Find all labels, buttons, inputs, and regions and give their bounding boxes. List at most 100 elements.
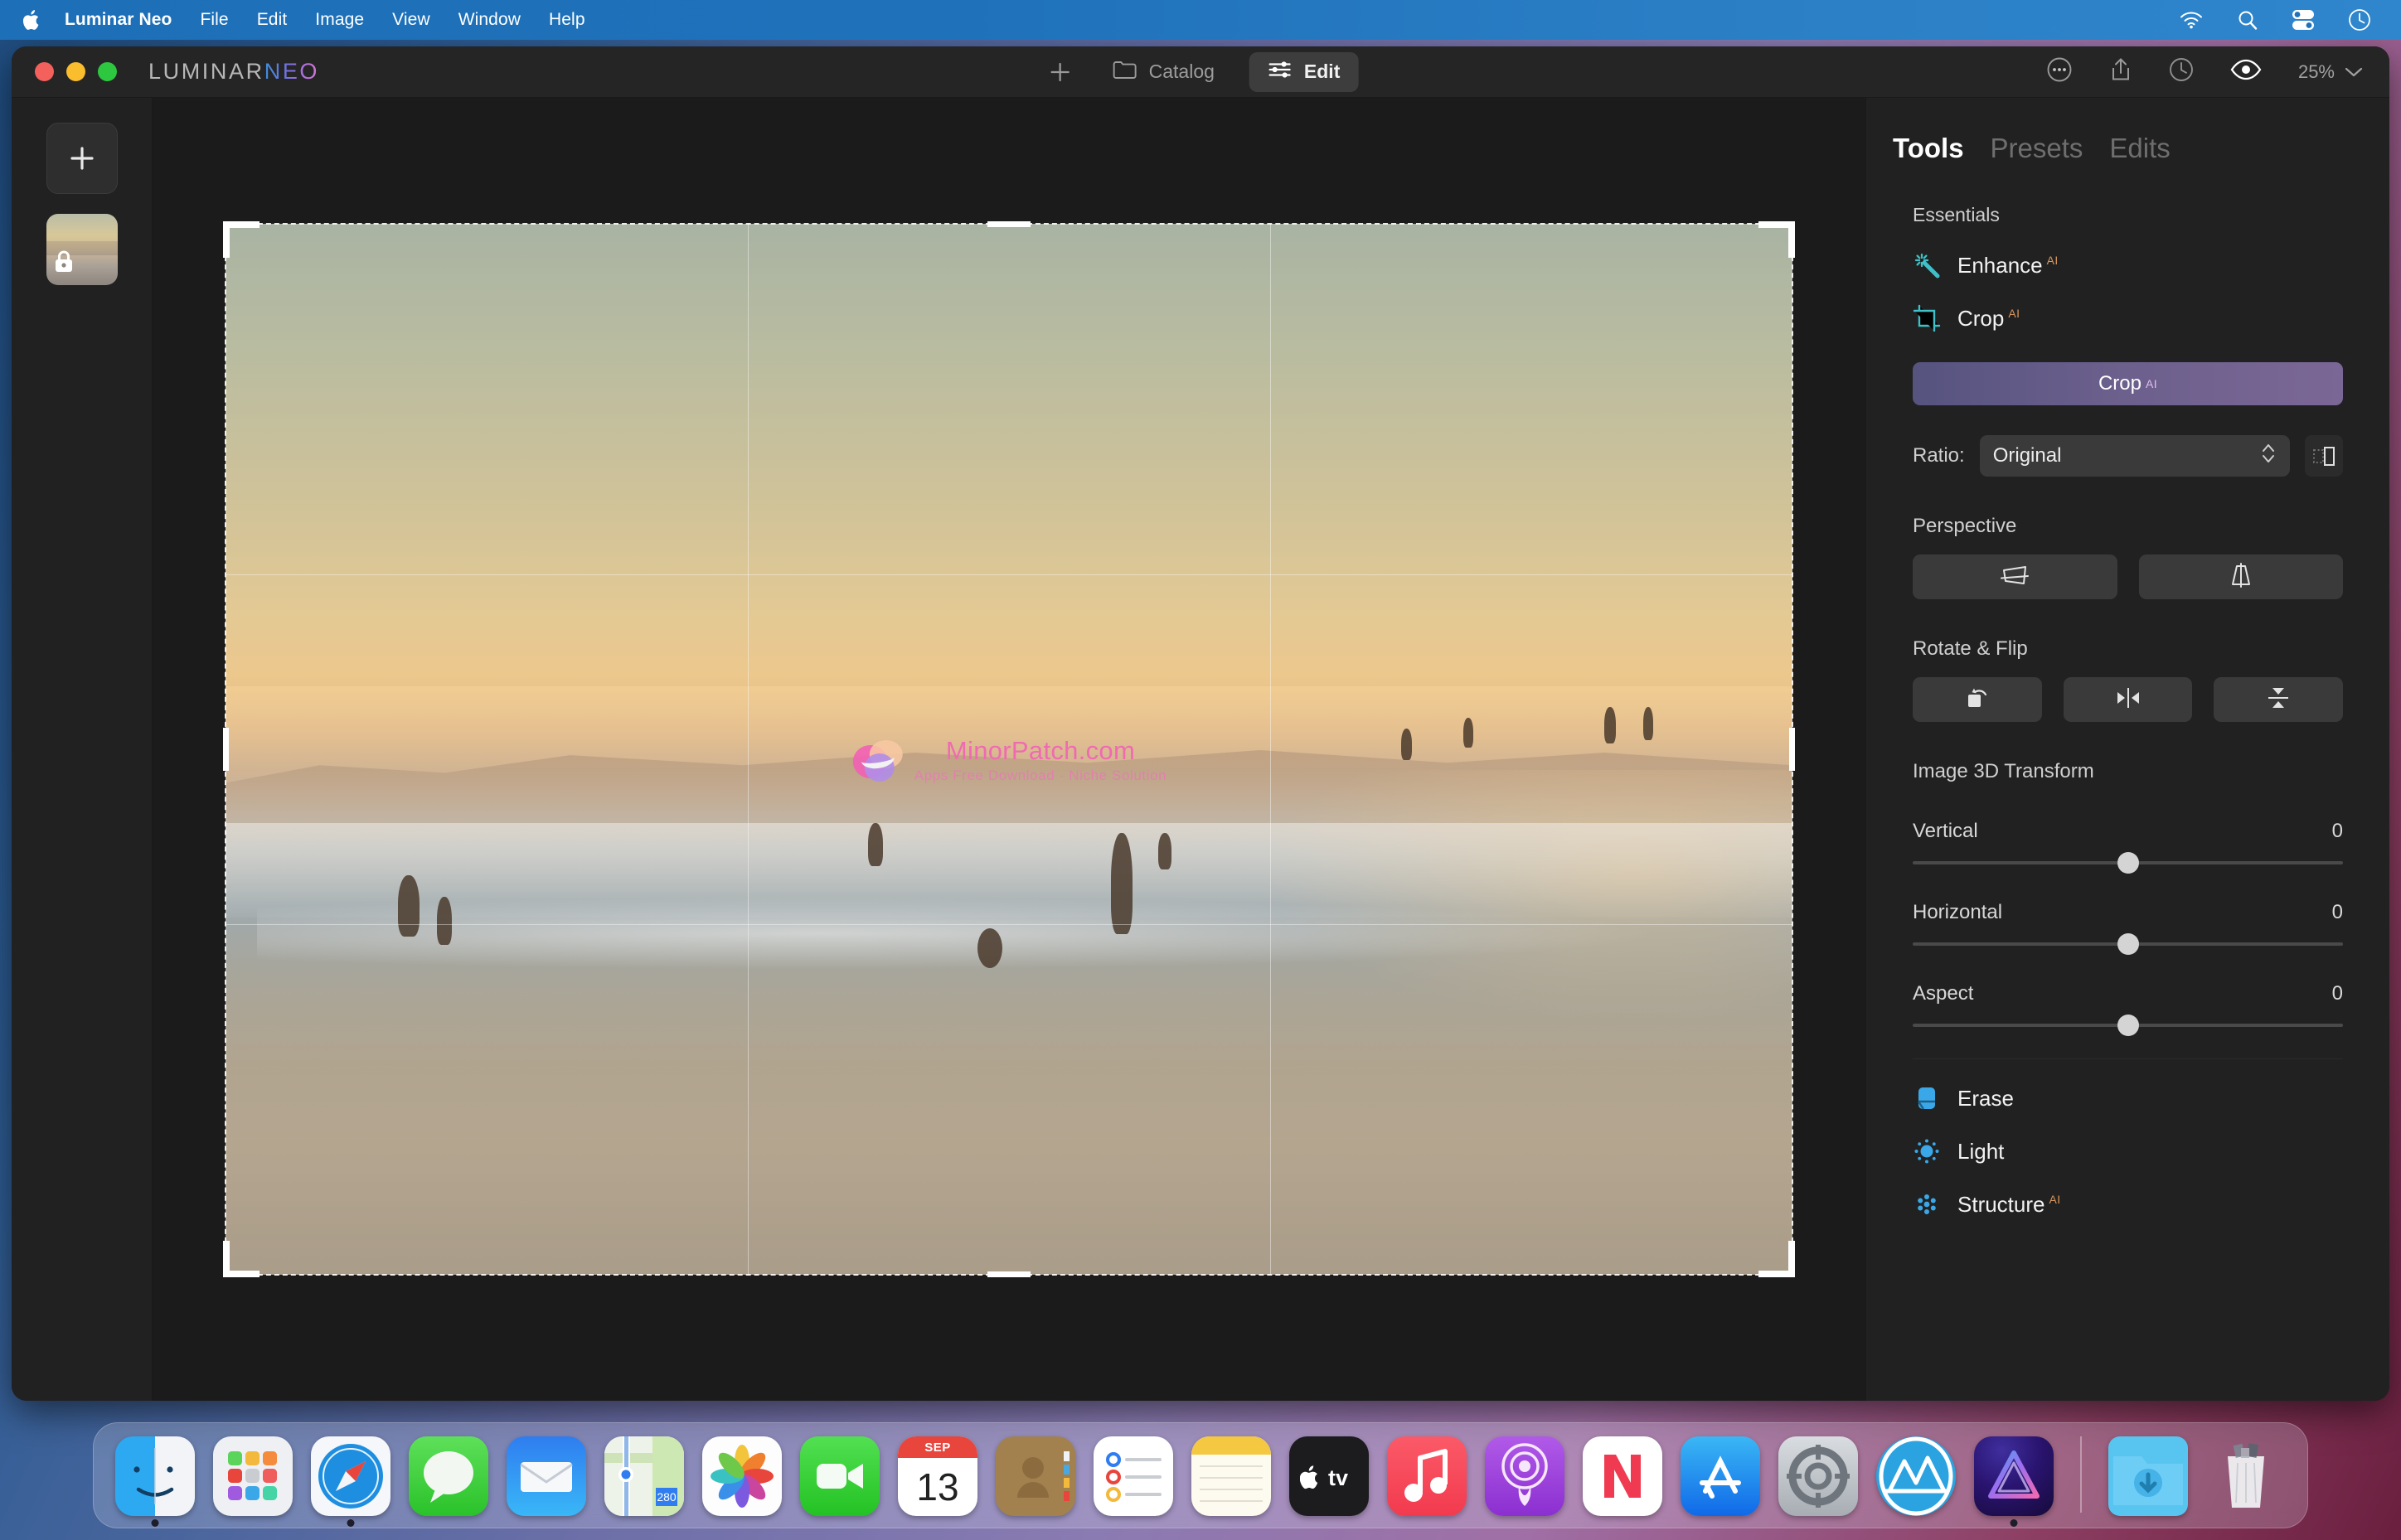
crop-handle-right-center[interactable] <box>1789 728 1795 771</box>
dock-item-system-settings[interactable] <box>1778 1436 1858 1516</box>
crop-ai-button[interactable]: Crop AI <box>1913 362 2343 405</box>
add-layer-button[interactable] <box>46 123 118 194</box>
crop-handle-top-right[interactable] <box>1758 221 1795 228</box>
ai-badge: AI <box>2047 254 2059 267</box>
edit-tab[interactable]: Edit <box>1249 52 1358 92</box>
clock-icon[interactable] <box>2348 8 2371 31</box>
add-image-button[interactable] <box>1043 55 1078 90</box>
dock-item-maps[interactable]: 280 <box>604 1436 684 1516</box>
wifi-icon[interactable] <box>2179 11 2204 29</box>
dock-item-contacts[interactable] <box>996 1436 1075 1516</box>
crop-handle-bottom-left[interactable] <box>223 1271 260 1277</box>
tab-tools[interactable]: Tools <box>1893 133 1964 164</box>
dock-item-news[interactable] <box>1583 1436 1662 1516</box>
tool-item-erase[interactable]: Erase <box>1866 1059 2389 1112</box>
dock-item-photos[interactable] <box>702 1436 782 1516</box>
menu-bar-status-area <box>2179 8 2383 31</box>
menu-item-edit[interactable]: Edit <box>257 10 288 30</box>
tool-item-structure[interactable]: StructureAI <box>1866 1165 2389 1218</box>
dock-item-downloads[interactable] <box>2108 1436 2188 1516</box>
flip-horizontal-button[interactable] <box>2064 677 2193 722</box>
ai-badge: AI <box>2049 1193 2061 1206</box>
layer-thumbnail[interactable] <box>46 214 118 285</box>
dock-item-calendar[interactable]: SEP 13 <box>898 1436 977 1516</box>
history-icon[interactable] <box>2169 57 2194 86</box>
panel-tabs: Tools Presets Edits <box>1866 98 2389 164</box>
menu-app-name[interactable]: Luminar Neo <box>65 10 172 30</box>
dock-item-skylum[interactable] <box>1876 1436 1956 1516</box>
crop-controls: Crop AI Ratio: Original <box>1866 332 2389 477</box>
brand-primary: LUMINAR <box>148 59 264 84</box>
control-center-icon[interactable] <box>2292 9 2315 31</box>
flip-vertical-button[interactable] <box>2214 677 2343 722</box>
tool-label-light: Light <box>1957 1139 2004 1165</box>
maximize-button[interactable] <box>98 62 117 81</box>
crop-handle-left-center[interactable] <box>223 728 229 771</box>
tool-label-erase: Erase <box>1957 1086 2014 1111</box>
crop-grid-line-v1 <box>748 224 749 1275</box>
menu-item-help[interactable]: Help <box>549 10 585 30</box>
slider-track-vertical[interactable] <box>1913 861 2343 864</box>
ratio-select[interactable]: Original <box>1980 435 2290 477</box>
crop-handle-top-center[interactable] <box>987 221 1031 227</box>
close-button[interactable] <box>35 62 54 81</box>
tool-item-enhance[interactable]: EnhanceAI <box>1866 226 2389 279</box>
menu-item-view[interactable]: View <box>392 10 430 30</box>
zoom-level-value: 25% <box>2298 61 2335 83</box>
tools-panel: Tools Presets Edits Essentials EnhanceAI <box>1865 98 2389 1401</box>
dock-item-reminders[interactable] <box>1094 1436 1173 1516</box>
dock-item-app-store[interactable] <box>1681 1436 1760 1516</box>
folder-icon <box>1113 60 1137 85</box>
dock-separator <box>2080 1436 2082 1513</box>
dock-item-finder[interactable] <box>115 1436 195 1516</box>
search-icon[interactable] <box>2237 9 2258 31</box>
dock-item-trash[interactable] <box>2206 1436 2286 1516</box>
tab-presets[interactable]: Presets <box>1991 133 2083 164</box>
flip-horizontal-icon <box>2114 685 2142 714</box>
tool-item-light[interactable]: Light <box>1866 1112 2389 1165</box>
perspective-horizontal-button[interactable] <box>1913 554 2117 599</box>
crop-overlay[interactable] <box>226 224 1792 1275</box>
chevron-down-icon <box>2345 66 2363 78</box>
flip-vertical-icon <box>2265 685 2292 715</box>
more-options-icon[interactable] <box>2046 56 2073 87</box>
crop-handle-bottom-right[interactable] <box>1758 1271 1795 1277</box>
slider-thumb-vertical[interactable] <box>2117 852 2139 874</box>
zoom-level-dropdown[interactable]: 25% <box>2298 61 2363 83</box>
dock-item-messages[interactable] <box>409 1436 488 1516</box>
perspective-vertical-button[interactable] <box>2139 554 2344 599</box>
menu-item-image[interactable]: Image <box>315 10 364 30</box>
preview-eye-icon[interactable] <box>2230 59 2262 85</box>
menu-item-file[interactable]: File <box>200 10 228 30</box>
light-icon <box>1913 1137 1941 1165</box>
slider-thumb-aspect[interactable] <box>2117 1015 2139 1036</box>
apple-logo-icon[interactable] <box>18 8 46 32</box>
crop-handle-top-left[interactable] <box>223 221 260 228</box>
dock-item-podcasts[interactable] <box>1485 1436 1564 1516</box>
rotate-button[interactable] <box>1913 677 2042 722</box>
slider-track-aspect[interactable] <box>1913 1024 2343 1027</box>
dock-item-facetime[interactable] <box>800 1436 880 1516</box>
dock-item-music[interactable] <box>1387 1436 1467 1516</box>
dock-item-launchpad[interactable] <box>213 1436 293 1516</box>
orientation-toggle-button[interactable] <box>2305 435 2343 477</box>
menu-item-window[interactable]: Window <box>458 10 521 30</box>
catalog-tab[interactable]: Catalog <box>1099 52 1228 92</box>
slider-track-horizontal[interactable] <box>1913 942 2343 946</box>
crop-handle-bottom-center[interactable] <box>987 1271 1031 1277</box>
minimize-button[interactable] <box>66 62 85 81</box>
more-tools-list: Erase Light StructureAI <box>1866 1059 2389 1235</box>
dock-item-notes[interactable] <box>1191 1436 1271 1516</box>
tool-item-crop[interactable]: CropAI <box>1866 279 2389 332</box>
image-canvas[interactable]: MinorPatch.com Apps Free Download · Nich… <box>153 98 1865 1401</box>
tab-edits[interactable]: Edits <box>2109 133 2170 164</box>
desktop-screen: Luminar Neo File Edit Image View Window … <box>0 0 2401 1540</box>
dock-item-mail[interactable] <box>507 1436 586 1516</box>
dock-item-safari[interactable] <box>311 1436 390 1516</box>
slider-thumb-horizontal[interactable] <box>2117 933 2139 955</box>
erase-icon <box>1913 1084 1941 1112</box>
tool-label-crop: CropAI <box>1957 306 2020 332</box>
dock-item-apple-tv[interactable]: tv <box>1289 1436 1369 1516</box>
dock-item-luminar-neo[interactable] <box>1974 1436 2054 1516</box>
share-icon[interactable] <box>2109 56 2132 87</box>
